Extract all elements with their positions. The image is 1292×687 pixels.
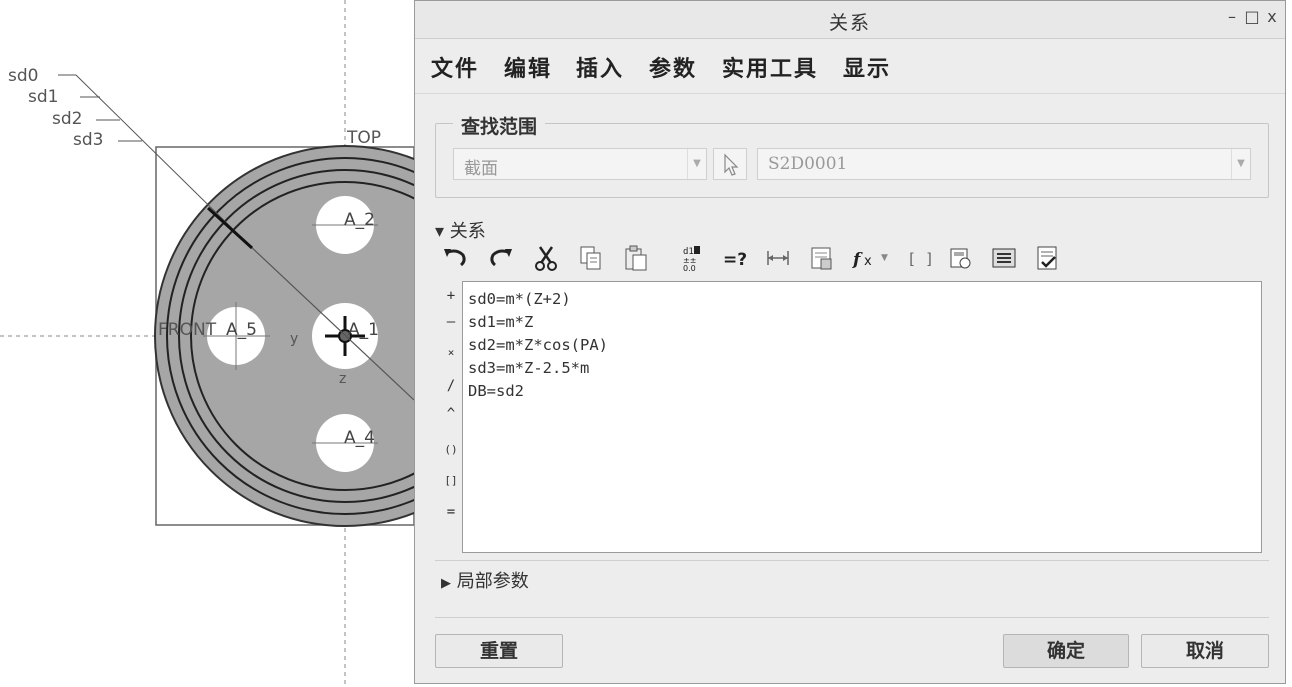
minimize-button[interactable]: – (1223, 7, 1241, 26)
operator-power-button[interactable]: ^ (439, 406, 463, 422)
collapsed-triangle-icon: ▶ (441, 576, 451, 591)
redo-button[interactable] (485, 243, 515, 275)
select-object-button[interactable] (713, 148, 747, 180)
verify-relations-button[interactable]: =? (721, 243, 751, 275)
scope-select[interactable]: 截面 ▼ (453, 148, 707, 180)
operator-multiply-button[interactable]: × (439, 346, 463, 359)
close-button[interactable]: x (1263, 7, 1281, 26)
d1-sort-icon: d1±±0.0 (683, 246, 700, 273)
relations-section-toggle[interactable]: ▾ 关系 (435, 217, 486, 243)
separator (435, 560, 1269, 561)
reset-button[interactable]: 重置 (435, 634, 563, 668)
svg-text:=?: =? (723, 250, 747, 270)
expanded-triangle-icon: ▾ (435, 221, 445, 242)
menu-file[interactable]: 文件 (431, 51, 479, 83)
calculator-icon (950, 248, 971, 269)
axis-label-a4: A_4 (344, 428, 375, 448)
dim-label-sd1[interactable]: sd1 (28, 89, 58, 106)
sort-relations-button[interactable]: d1 ±± 0.0 (677, 243, 707, 275)
undo-icon (444, 249, 466, 267)
menu-bar: 文件 编辑 插入 参数 实用工具 显示 (415, 39, 1285, 94)
cut-button[interactable] (531, 243, 561, 275)
scissors-icon (535, 246, 557, 271)
function-dropdown-button[interactable]: ▼ (879, 243, 893, 275)
svg-text:f: f (852, 250, 863, 270)
relations-section-label: 关系 (449, 221, 486, 242)
axis-label-a2: A_2 (344, 210, 375, 230)
checklist-icon (1037, 246, 1057, 270)
dim-label-sd2[interactable]: sd2 (52, 111, 82, 128)
operator-brackets-button[interactable]: [] (439, 474, 463, 487)
fx-icon: fx (852, 250, 872, 270)
menu-display[interactable]: 显示 (843, 51, 891, 83)
operator-equals-button[interactable]: = (439, 504, 463, 520)
maximize-button[interactable]: □ (1243, 7, 1261, 26)
svg-text:[ ]: [ ] (907, 250, 933, 268)
axis-label-y: y (290, 331, 299, 347)
look-in-legend: 查找范围 (453, 112, 546, 139)
relation-line[interactable]: sd1=m*Z (468, 311, 1256, 334)
operator-minus-button[interactable]: – (439, 314, 463, 330)
display-list-icon (992, 248, 1016, 268)
plane-label-front: FRONT (158, 320, 217, 340)
relation-line[interactable]: sd0=m*(Z+2) (468, 288, 1256, 311)
chevron-down-icon: ▼ (881, 253, 888, 263)
dim-label-sd0[interactable]: sd0 (8, 68, 38, 85)
relation-line[interactable]: sd2=m*Z*cos(PA) (468, 334, 1256, 357)
axis-label-a5: A_5 (226, 320, 257, 340)
axis-label-z: z (339, 371, 347, 387)
svg-text:x: x (864, 254, 872, 269)
redo-icon (490, 249, 512, 267)
menu-insert[interactable]: 插入 (576, 51, 624, 83)
menu-edit[interactable]: 编辑 (504, 51, 552, 83)
chevron-down-icon: ▼ (687, 149, 706, 179)
parameter-table-icon (811, 247, 832, 270)
svg-text:0.0: 0.0 (683, 264, 696, 273)
dialog-title: 关系 (828, 12, 871, 34)
object-select-value: S2D0001 (768, 154, 848, 174)
scope-select-value: 截面 (464, 159, 498, 179)
copy-icon (580, 246, 601, 270)
check-relations-button[interactable] (1033, 243, 1063, 275)
chevron-down-icon: ▼ (1231, 149, 1250, 179)
insert-dimension-button[interactable] (763, 243, 793, 275)
undo-button[interactable] (441, 243, 471, 275)
dim-label-sd3[interactable]: sd3 (73, 132, 103, 149)
local-parameters-label: 局部参数 (456, 571, 529, 592)
insert-parameter-button[interactable] (807, 243, 837, 275)
cancel-button[interactable]: 取消 (1141, 634, 1269, 668)
axis-label-a1: A_1 (348, 320, 379, 340)
equals-question-icon: =? (723, 250, 747, 270)
operator-plus-button[interactable]: + (439, 288, 463, 304)
cursor-arrow-icon (724, 153, 739, 176)
show-units-button[interactable] (989, 243, 1019, 275)
dimension-icon (767, 251, 789, 265)
operator-divide-button[interactable]: / (439, 378, 463, 394)
brackets-icon: [ ] (907, 250, 934, 268)
object-select[interactable]: S2D0001 ▼ (757, 148, 1251, 180)
operator-parentheses-button[interactable]: () (439, 443, 463, 456)
local-parameters-toggle[interactable]: ▶ 局部参数 (441, 567, 529, 593)
plane-label-top: TOP (347, 128, 382, 148)
dialog-titlebar[interactable]: 关系 – □ x (415, 1, 1285, 39)
ok-button[interactable]: 确定 (1003, 634, 1129, 668)
relations-dialog: 关系 – □ x 文件 编辑 插入 参数 实用工具 显示 查找范围 截面 ▼ S… (414, 0, 1286, 684)
evaluate-button[interactable] (945, 243, 975, 275)
insert-brackets-button[interactable]: [ ] (903, 243, 934, 275)
menu-utilities[interactable]: 实用工具 (722, 51, 818, 83)
relation-line[interactable]: sd3=m*Z-2.5*m (468, 357, 1256, 380)
copy-button[interactable] (576, 243, 606, 275)
relation-line[interactable]: DB=sd2 (468, 380, 1256, 403)
paste-button[interactable] (621, 243, 651, 275)
separator (435, 617, 1269, 618)
paste-icon (625, 245, 647, 271)
insert-function-button[interactable]: fx (851, 243, 881, 275)
relations-editor[interactable]: sd0=m*(Z+2) sd1=m*Z sd2=m*Z*cos(PA) sd3=… (462, 281, 1262, 553)
menu-parameters[interactable]: 参数 (649, 51, 697, 83)
